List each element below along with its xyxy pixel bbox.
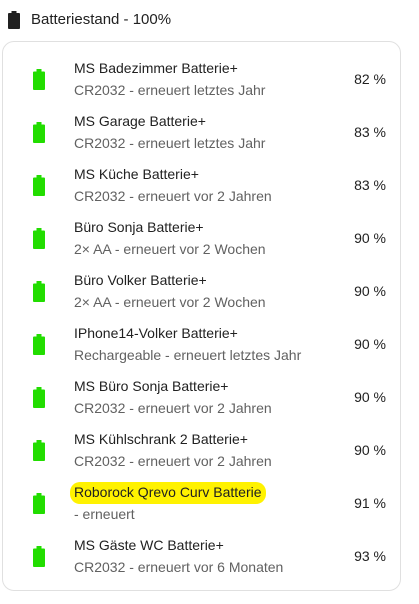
list-item[interactable]: MS Küche Batterie+ CR2032 - erneuert vor… — [3, 160, 400, 212]
item-name: MS Küche Batterie+ — [74, 166, 199, 182]
list-item[interactable]: MS Kühlschrank 2 Batterie+ CR2032 - erne… — [3, 425, 400, 477]
battery-icon — [33, 387, 45, 408]
list-item[interactable]: Roborock Qrevo Curv Batterie - erneuert … — [3, 478, 400, 530]
item-value: 82 % — [354, 71, 386, 87]
battery-icon — [33, 122, 45, 143]
item-value: 90 % — [354, 283, 386, 299]
item-detail: Rechargeable - erneuert letztes Jahr — [74, 347, 302, 363]
item-name: MS Garage Batterie+ — [74, 113, 206, 129]
battery-icon — [33, 334, 45, 355]
item-detail: CR2032 - erneuert letztes Jahr — [74, 82, 266, 98]
item-detail: CR2032 - erneuert vor 2 Jahren — [74, 400, 272, 416]
list-item[interactable]: Büro Sonja Batterie+ 2× AA - erneuert vo… — [3, 213, 400, 265]
list-item[interactable]: MS Gäste WC Batterie+ CR2032 - erneuert … — [3, 531, 400, 583]
item-name: IPhone14-Volker Batterie+ — [74, 325, 238, 341]
item-value: 91 % — [354, 495, 386, 511]
list-item[interactable]: IPhone14-Volker Batterie+ Rechargeable -… — [3, 319, 400, 371]
battery-list-card: MS Badezimmer Batterie+ CR2032 - erneuer… — [2, 41, 401, 591]
item-name-highlighted: Roborock Qrevo Curv Batterie — [70, 482, 266, 504]
item-detail: - erneuert — [74, 506, 135, 522]
item-value: 90 % — [354, 442, 386, 458]
battery-icon — [33, 493, 45, 514]
item-detail: CR2032 - erneuert vor 2 Jahren — [74, 453, 272, 469]
item-value: 90 % — [354, 230, 386, 246]
item-name: Büro Volker Batterie+ — [74, 272, 207, 288]
list-item[interactable]: MS Badezimmer Batterie+ CR2032 - erneuer… — [3, 54, 400, 106]
item-detail: CR2032 - erneuert vor 6 Monaten — [74, 559, 284, 575]
item-name: MS Kühlschrank 2 Batterie+ — [74, 431, 248, 447]
battery-icon — [33, 69, 45, 90]
item-detail: 2× AA - erneuert vor 2 Wochen — [74, 294, 266, 310]
item-value: 90 % — [354, 389, 386, 405]
item-name: MS Büro Sonja Batterie+ — [74, 378, 229, 394]
item-name: Büro Sonja Batterie+ — [74, 219, 204, 235]
item-name: MS Badezimmer Batterie+ — [74, 60, 238, 76]
battery-icon — [33, 440, 45, 461]
list-item[interactable]: Büro Volker Batterie+ 2× AA - erneuert v… — [3, 266, 400, 318]
list-item[interactable]: MS Garage Batterie+ CR2032 - erneuert le… — [3, 107, 400, 159]
card-header: Batteriestand - 100% — [0, 0, 419, 40]
battery-icon — [33, 175, 45, 196]
battery-full-icon — [8, 11, 20, 29]
item-name: MS Gäste WC Batterie+ — [74, 537, 224, 553]
battery-icon — [33, 281, 45, 302]
item-detail: CR2032 - erneuert vor 2 Jahren — [74, 188, 272, 204]
item-value: 93 % — [354, 548, 386, 564]
card-title: Batteriestand - 100% — [31, 11, 172, 28]
item-value: 83 % — [354, 124, 386, 140]
item-value: 90 % — [354, 336, 386, 352]
item-value: 83 % — [354, 177, 386, 193]
list-item[interactable]: MS Büro Sonja Batterie+ CR2032 - erneuer… — [3, 372, 400, 424]
battery-icon — [33, 228, 45, 249]
item-detail: 2× AA - erneuert vor 2 Wochen — [74, 241, 266, 257]
battery-icon — [33, 546, 45, 567]
item-detail: CR2032 - erneuert letztes Jahr — [74, 135, 266, 151]
